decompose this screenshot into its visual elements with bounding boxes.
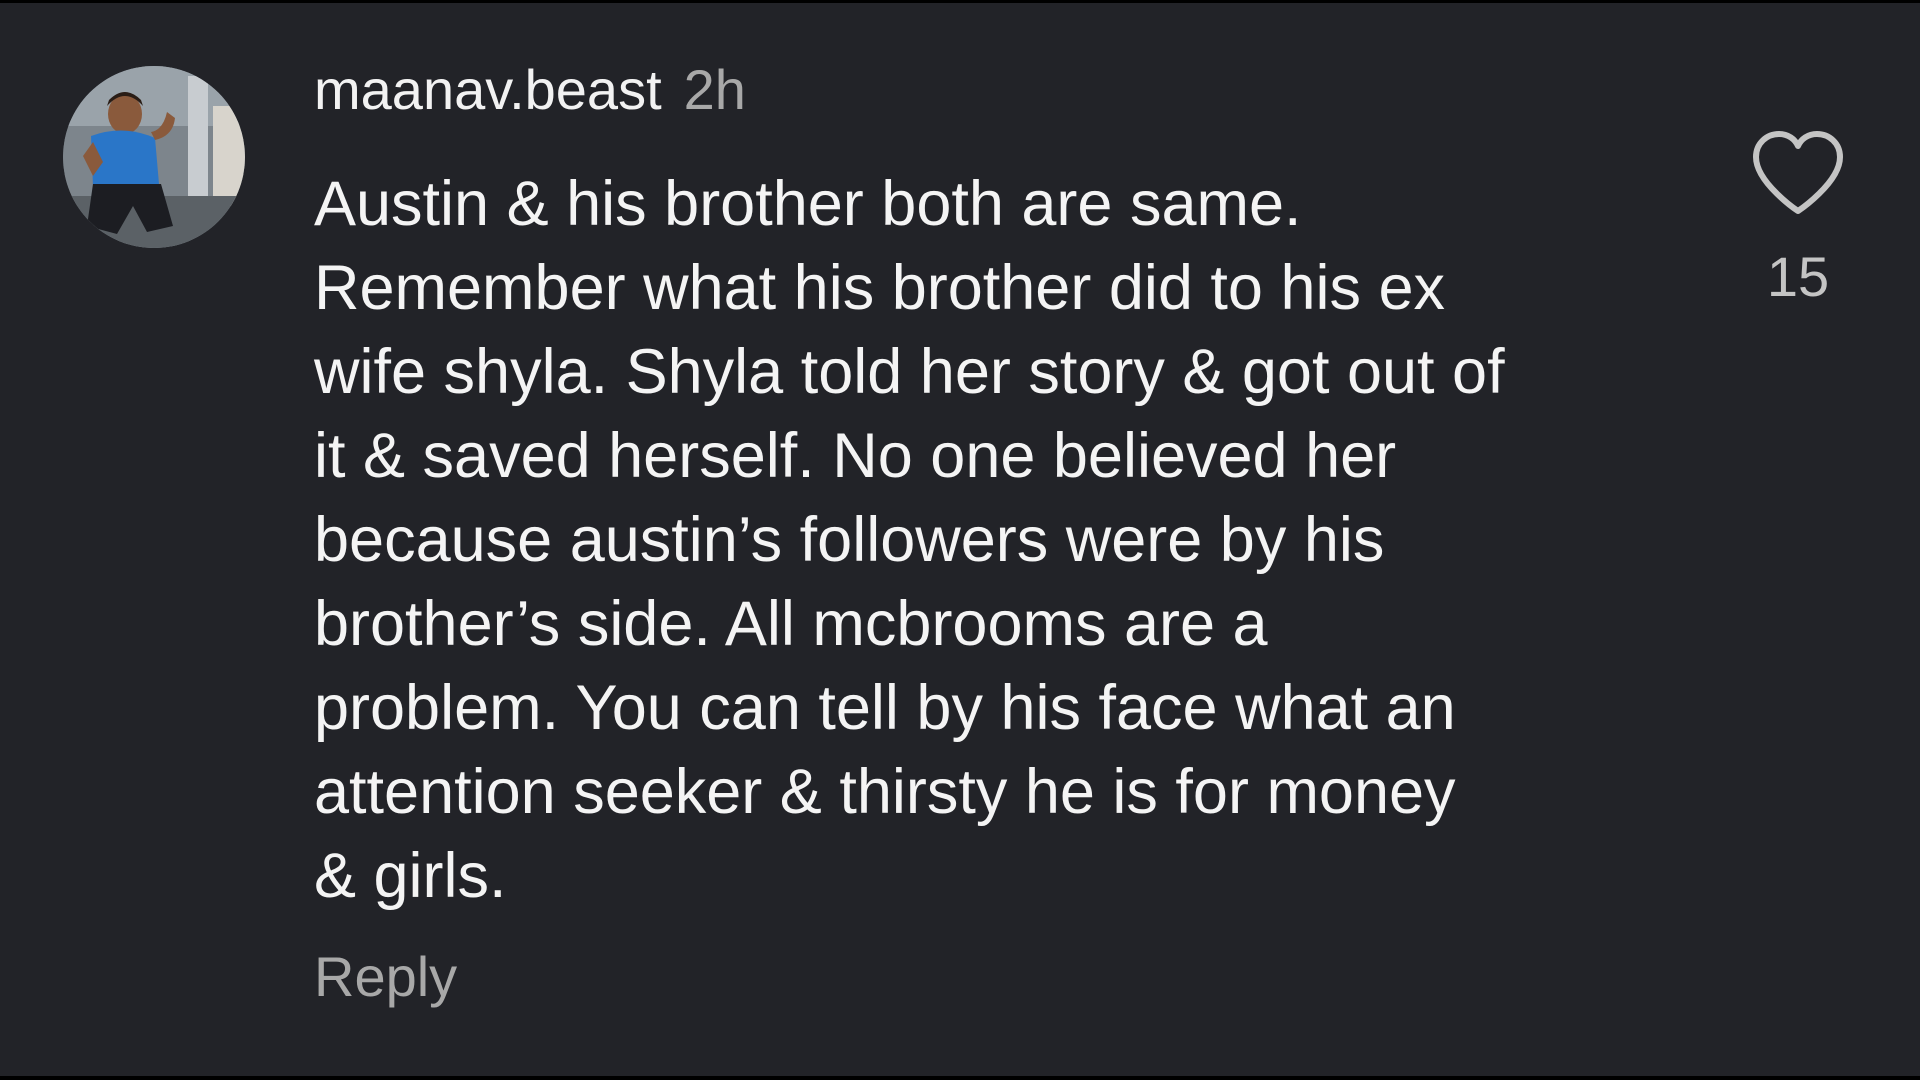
comment-screen: maanav.beast 2h Austin & his brother both… <box>0 3 1920 1076</box>
username[interactable]: maanav.beast <box>314 58 662 121</box>
comment-text: Austin & his brother both are same. Reme… <box>314 169 1505 911</box>
reply-button[interactable]: Reply <box>314 942 457 1012</box>
heart-outline-icon[interactable] <box>1748 129 1848 219</box>
comment-header: maanav.beast 2h <box>314 55 746 125</box>
timestamp: 2h <box>683 58 746 121</box>
like-count: 15 <box>1766 245 1830 308</box>
avatar[interactable] <box>63 66 245 248</box>
